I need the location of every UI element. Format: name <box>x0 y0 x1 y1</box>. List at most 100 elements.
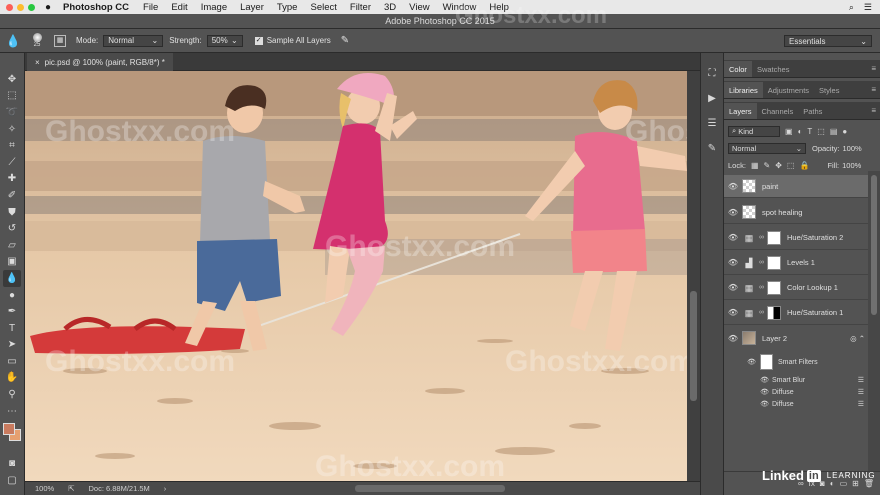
lock-artboard-icon[interactable]: ⬚ <box>787 161 795 170</box>
panel-menu-icon[interactable]: ≡ <box>871 106 876 115</box>
mask-thumbnail[interactable] <box>767 305 781 320</box>
shape-tool-icon[interactable]: ▭ <box>3 353 21 370</box>
layer-name[interactable]: Hue/Saturation 2 <box>787 233 843 242</box>
tab-adjustments[interactable]: Adjustments <box>763 82 814 98</box>
close-window-button[interactable] <box>6 3 13 11</box>
brush-tool-icon[interactable]: ✐ <box>3 187 21 204</box>
filter-options-icon[interactable]: ☰ <box>858 400 864 408</box>
eraser-tool-icon[interactable]: ▱ <box>3 237 21 254</box>
visibility-eye-icon[interactable]: 👁 <box>724 376 772 384</box>
list-icon[interactable]: ☰ <box>864 2 872 13</box>
crop-tool-icon[interactable]: ⌗ <box>3 137 21 154</box>
app-menu[interactable]: Photoshop CC <box>63 2 129 13</box>
tab-color[interactable]: Color <box>724 61 752 77</box>
pen-tool-icon[interactable]: ✒ <box>3 303 21 320</box>
smart-filter-item[interactable]: 👁 Smart Blur ☰ <box>724 374 868 386</box>
layer-row-levels-1[interactable]: 👁 ▟ ∞ Levels 1 <box>724 251 868 275</box>
zoom-level[interactable]: 100% <box>35 484 54 493</box>
marquee-tool-icon[interactable]: ⬚ <box>3 88 21 105</box>
gradient-tool-icon[interactable]: ▣ <box>3 254 21 271</box>
zoom-window-button[interactable] <box>28 3 35 11</box>
menu-layer[interactable]: Layer <box>240 2 264 13</box>
more-tools-icon[interactable]: ⋯ <box>3 403 21 420</box>
layer-name[interactable]: paint <box>762 182 778 191</box>
layer-row-spot-healing[interactable]: 👁 spot healing <box>724 201 868 224</box>
layer-row-color-lookup-1[interactable]: 👁 ▦ ∞ Color Lookup 1 <box>724 276 868 300</box>
layer-row-layer-2[interactable]: 👁 Layer 2 ◎ ⌃ <box>724 327 868 349</box>
screen-mode-icon[interactable]: ▢ <box>3 472 21 489</box>
blend-mode-select[interactable]: Normal ⌄ <box>728 142 806 154</box>
chevron-right-icon[interactable]: › <box>164 484 167 493</box>
canvas[interactable]: Ghostxx.com Ghostxx.com Ghostxx.com Ghos… <box>25 71 687 481</box>
visibility-eye-icon[interactable]: 👁 <box>724 308 742 317</box>
healing-brush-tool-icon[interactable]: ✚ <box>3 171 21 188</box>
history-brush-tool-icon[interactable]: ↺ <box>3 220 21 237</box>
brush-preset-picker[interactable]: 25 <box>26 32 48 50</box>
layer-name[interactable]: Levels 1 <box>787 258 815 267</box>
filter-options-icon[interactable]: ☰ <box>858 376 864 384</box>
panel-menu-icon[interactable]: ≡ <box>871 85 876 94</box>
close-icon[interactable]: × <box>35 58 40 67</box>
visibility-eye-icon[interactable]: 👁 <box>724 358 760 366</box>
canvas-vertical-scrollbar[interactable] <box>687 71 700 481</box>
visibility-eye-icon[interactable]: 👁 <box>724 182 742 191</box>
filter-options-icon[interactable]: ☰ <box>858 388 864 396</box>
tab-swatches[interactable]: Swatches <box>752 61 795 77</box>
clone-stamp-tool-icon[interactable]: ⛊ <box>3 204 21 221</box>
beach-photo[interactable]: Ghostxx.com Ghostxx.com Ghostxx.com Ghos… <box>25 71 687 481</box>
layer-name[interactable]: Hue/Saturation 1 <box>787 308 843 317</box>
layer-row-hue-saturation-2[interactable]: 👁 ▦ ∞ Hue/Saturation 2 <box>724 226 868 250</box>
workspace-select[interactable]: Essentials ⌄ <box>784 35 872 47</box>
quick-select-tool-icon[interactable]: ✧ <box>3 121 21 138</box>
apple-icon[interactable]: ● <box>45 2 51 13</box>
lock-pixels-icon[interactable]: ✎ <box>764 161 771 170</box>
menu-select[interactable]: Select <box>310 2 336 13</box>
sample-all-layers-checkbox[interactable]: ✓ <box>254 36 263 45</box>
brush-panel-icon[interactable]: ▦ <box>54 34 66 47</box>
foreground-color-swatch[interactable] <box>3 423 15 436</box>
type-tool-icon[interactable]: T <box>3 320 21 337</box>
horizontal-scrollbar-thumb[interactable] <box>355 485 505 492</box>
eyedropper-tool-icon[interactable]: ⟋ <box>3 154 21 171</box>
strength-input[interactable]: 50% ⌄ <box>206 34 243 47</box>
menu-filter[interactable]: Filter <box>350 2 371 13</box>
layer-name[interactable]: spot healing <box>762 208 802 217</box>
search-icon[interactable]: ⌕ <box>849 2 854 13</box>
layer-name[interactable]: Layer 2 <box>762 334 787 343</box>
tab-layers[interactable]: Layers <box>724 103 757 119</box>
tab-styles[interactable]: Styles <box>814 82 844 98</box>
chevron-up-icon[interactable]: ⌃ <box>859 334 865 343</box>
menu-3d[interactable]: 3D <box>384 2 396 13</box>
mask-thumbnail[interactable] <box>767 255 781 270</box>
menu-view[interactable]: View <box>409 2 429 13</box>
smart-filter-mask-thumbnail[interactable] <box>760 354 773 370</box>
smart-filter-item[interactable]: 👁 Diffuse ☰ <box>724 398 868 410</box>
visibility-eye-icon[interactable]: 👁 <box>724 233 742 242</box>
opacity-value[interactable]: 100% <box>843 144 862 153</box>
visibility-eye-icon[interactable]: 👁 <box>724 208 742 217</box>
visibility-eye-icon[interactable]: 👁 <box>724 258 742 267</box>
scrollbar-thumb[interactable] <box>690 291 697 401</box>
quick-mask-icon[interactable]: ◙ <box>3 455 21 472</box>
filter-adjustment-icon[interactable]: ◐ <box>798 127 803 136</box>
layer-name[interactable]: Color Lookup 1 <box>787 283 838 292</box>
actions-panel-icon[interactable]: ▶ <box>705 92 719 106</box>
menu-image[interactable]: Image <box>201 2 227 13</box>
menu-file[interactable]: File <box>143 2 158 13</box>
dodge-tool-icon[interactable]: ● <box>3 287 21 304</box>
filter-shape-icon[interactable]: ⬚ <box>817 127 825 136</box>
visibility-eye-icon[interactable]: 👁 <box>724 388 772 396</box>
scrollbar-thumb[interactable] <box>871 175 877 315</box>
layer-row-paint[interactable]: 👁 paint <box>724 175 868 198</box>
properties-panel-icon[interactable]: ☰ <box>705 117 719 131</box>
brush-presets-icon[interactable]: ✎ <box>705 142 719 156</box>
layer-row-hue-saturation-1[interactable]: 👁 ▦ ∞ Hue/Saturation 1 <box>724 301 868 325</box>
tab-libraries[interactable]: Libraries <box>724 82 763 98</box>
zoom-tool-icon[interactable]: ⚲ <box>3 386 21 403</box>
tab-channels[interactable]: Channels <box>757 103 799 119</box>
smart-filters-row[interactable]: 👁 Smart Filters <box>724 351 868 373</box>
visibility-eye-icon[interactable]: 👁 <box>724 283 742 292</box>
pressure-icon[interactable]: ✎ <box>341 35 349 46</box>
mask-thumbnail[interactable] <box>767 280 781 295</box>
tab-paths[interactable]: Paths <box>798 103 827 119</box>
